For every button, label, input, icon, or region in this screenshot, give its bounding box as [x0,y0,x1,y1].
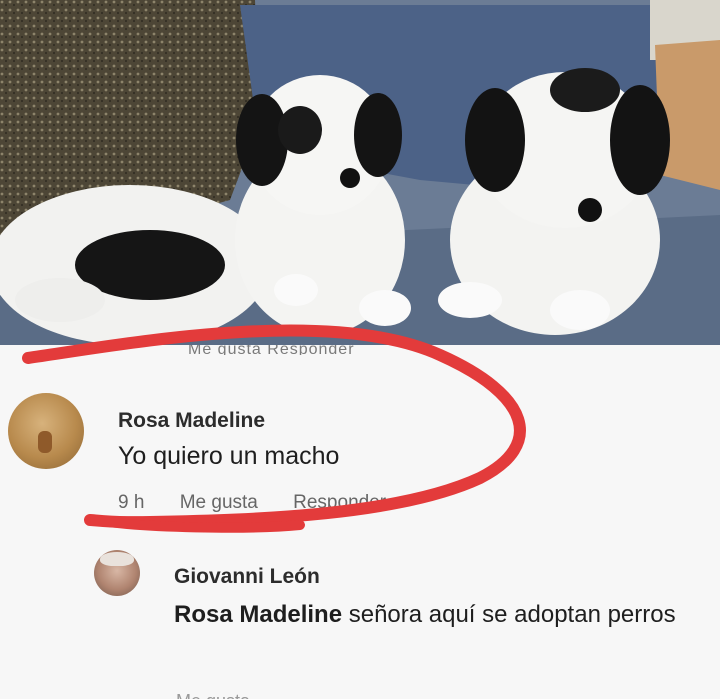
cut-off-bottom: Me gusta [0,685,720,699]
reply-body: señora aquí se adoptan perros [342,601,676,628]
comment-actions: 9 h Me gusta Responder [118,492,416,514]
avatar-hair [100,552,134,566]
post-photo[interactable] [0,0,720,345]
comments-section: Me gusta Responder Rosa Madeline Yo quie… [0,345,720,699]
avatar[interactable] [8,393,84,469]
reply-author[interactable]: Giovanni León [174,565,320,589]
reply-text: Rosa Madeline señora aquí se adoptan per… [174,597,714,633]
comment-author[interactable]: Rosa Madeline [118,409,265,433]
comment-time: 9 h [118,492,145,513]
reply-mention[interactable]: Rosa Madeline [174,601,342,628]
cut-off-actions: Me gusta Responder [0,345,720,355]
comment-text: Yo quiero un macho [118,442,340,470]
cut-off-bottom-text: Me gusta [176,691,250,699]
cut-off-actions-text: Me gusta Responder [188,345,355,355]
reply-avatar[interactable] [94,550,140,596]
avatar-figure [38,431,52,453]
puppies-photo [0,0,720,345]
reply-button[interactable]: Responder [293,492,386,513]
like-button[interactable]: Me gusta [180,492,258,513]
